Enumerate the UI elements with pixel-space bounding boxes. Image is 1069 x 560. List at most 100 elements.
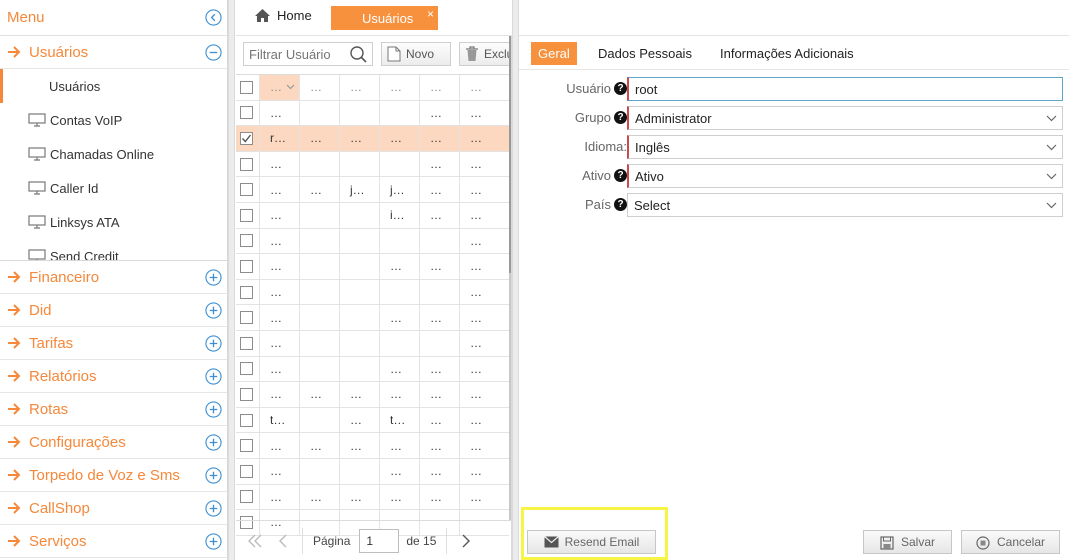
- expand-icon[interactable]: [205, 466, 222, 484]
- row-checkbox-cell[interactable]: [236, 279, 260, 305]
- row-checkbox-cell[interactable]: [236, 228, 260, 254]
- tab-home[interactable]: Home: [254, 8, 312, 23]
- expand-icon[interactable]: [205, 433, 222, 451]
- table-row[interactable]: ………………: [236, 433, 509, 459]
- row-checkbox-cell[interactable]: [236, 177, 260, 202]
- active-select[interactable]: Ativo: [627, 164, 1063, 188]
- row-checkbox-cell[interactable]: [236, 458, 260, 484]
- help-icon[interactable]: ?: [614, 82, 627, 95]
- row-checkbox[interactable]: [240, 183, 253, 197]
- table-row[interactable]: …… j… j………: [236, 177, 509, 203]
- help-icon[interactable]: ?: [614, 169, 627, 182]
- table-row[interactable]: ……: [236, 279, 509, 306]
- panel-splitter[interactable]: [512, 0, 519, 560]
- country-select[interactable]: Select: [627, 193, 1063, 217]
- sidebar-item-send-credit[interactable]: Send Credit: [0, 239, 227, 260]
- collapse-section-icon[interactable]: [205, 43, 222, 61]
- tab-usuarios[interactable]: Usuários ×: [331, 6, 438, 30]
- sidebar-item-contas-voip[interactable]: Contas VoIP: [0, 103, 227, 137]
- language-select[interactable]: Inglês: [627, 135, 1063, 159]
- chevron-down-icon[interactable]: [1046, 113, 1057, 124]
- table-row[interactable]: ………: [236, 151, 509, 178]
- page-number-input[interactable]: [359, 528, 400, 553]
- close-tab-icon[interactable]: ×: [427, 7, 434, 21]
- filter-user-input[interactable]: [244, 44, 348, 64]
- row-checkbox[interactable]: [240, 490, 253, 504]
- sidebar-section-relatorios[interactable]: Relatórios: [0, 360, 227, 393]
- sidebar-splitter[interactable]: [228, 0, 235, 560]
- sidebar-item-caller-id[interactable]: Caller Id: [0, 171, 227, 205]
- table-row[interactable]: ………: [236, 100, 509, 127]
- expand-icon[interactable]: [205, 532, 222, 550]
- row-checkbox-cell[interactable]: [236, 407, 260, 433]
- row-checkbox[interactable]: [240, 157, 253, 171]
- row-checkbox-cell[interactable]: [236, 100, 260, 126]
- table-row[interactable]: …………: [236, 305, 509, 331]
- row-checkbox-cell[interactable]: [236, 126, 260, 151]
- table-row[interactable]: …………: [236, 254, 509, 280]
- row-checkbox-cell[interactable]: [236, 433, 260, 458]
- sidebar-section-servicos[interactable]: Serviços: [0, 525, 227, 558]
- column-header[interactable]: …: [300, 75, 340, 100]
- select-all-checkbox[interactable]: [240, 80, 253, 94]
- delete-button[interactable]: Excluir: [459, 42, 511, 66]
- row-checkbox-cell[interactable]: [236, 330, 260, 356]
- row-checkbox[interactable]: [240, 413, 253, 427]
- row-checkbox[interactable]: [240, 285, 253, 299]
- help-icon[interactable]: ?: [614, 198, 627, 211]
- row-checkbox-cell[interactable]: [236, 151, 260, 177]
- row-checkbox-cell[interactable]: [236, 484, 260, 510]
- help-icon[interactable]: ?: [614, 111, 627, 124]
- row-checkbox[interactable]: [240, 208, 253, 222]
- prev-page-icon[interactable]: [274, 532, 292, 550]
- sidebar-section-callshop[interactable]: CallShop: [0, 492, 227, 525]
- expand-icon[interactable]: [205, 367, 222, 385]
- collapse-menu-icon[interactable]: [205, 9, 222, 26]
- new-button[interactable]: Novo: [381, 42, 451, 66]
- sidebar-section-rotas[interactable]: Rotas: [0, 393, 227, 426]
- resend-email-button[interactable]: Resend Email: [527, 530, 656, 554]
- cancel-button[interactable]: Cancelar: [961, 530, 1060, 554]
- table-row[interactable]: ………………: [236, 484, 509, 511]
- row-checkbox[interactable]: [240, 387, 253, 401]
- row-checkbox[interactable]: [240, 362, 253, 376]
- chevron-down-icon[interactable]: [1046, 200, 1057, 211]
- row-checkbox[interactable]: [240, 439, 253, 453]
- username-input[interactable]: root: [627, 77, 1063, 101]
- expand-icon[interactable]: [205, 301, 222, 319]
- row-checkbox[interactable]: [240, 464, 253, 478]
- row-checkbox[interactable]: [240, 259, 253, 273]
- row-checkbox-cell[interactable]: [236, 202, 260, 228]
- sidebar-item-linksys-ata[interactable]: Linksys ATA: [0, 205, 227, 239]
- row-checkbox-cell[interactable]: [236, 382, 260, 407]
- row-checkbox[interactable]: [240, 131, 253, 145]
- tab-geral[interactable]: Geral: [531, 42, 577, 65]
- table-row[interactable]: …………: [236, 458, 509, 485]
- select-all-cell[interactable]: [236, 75, 260, 100]
- first-page-icon[interactable]: [246, 532, 264, 550]
- table-row[interactable]: ……: [236, 330, 509, 357]
- table-row[interactable]: … i………: [236, 202, 509, 229]
- sidebar-item-usuarios[interactable]: Usuários: [0, 69, 227, 103]
- chevron-down-icon[interactable]: [1046, 171, 1057, 182]
- row-checkbox[interactable]: [240, 106, 253, 120]
- tab-dados-pessoais[interactable]: Dados Pessoais: [598, 42, 692, 65]
- expand-icon[interactable]: [205, 268, 222, 286]
- sidebar-item-chamadas-online[interactable]: Chamadas Online: [0, 137, 227, 171]
- expand-icon[interactable]: [205, 499, 222, 517]
- chevron-down-icon[interactable]: [1046, 142, 1057, 153]
- sidebar-section-usuarios[interactable]: Usuários: [0, 36, 227, 69]
- row-checkbox-cell[interactable]: [236, 254, 260, 279]
- tab-informacoes-adicionais[interactable]: Informações Adicionais: [720, 42, 854, 65]
- table-row[interactable]: ……: [236, 228, 509, 255]
- column-header[interactable]: …: [420, 75, 460, 100]
- row-checkbox[interactable]: [240, 336, 253, 350]
- sort-chevron-icon[interactable]: [286, 84, 295, 90]
- next-page-icon[interactable]: [457, 532, 475, 550]
- table-row[interactable]: …………: [236, 356, 509, 383]
- row-checkbox[interactable]: [240, 311, 253, 325]
- group-select[interactable]: Administrator: [627, 106, 1063, 130]
- table-row[interactable]: ………………: [236, 382, 509, 408]
- table-row[interactable]: t…… t………: [236, 407, 509, 434]
- sidebar-section-financeiro[interactable]: Financeiro: [0, 261, 227, 294]
